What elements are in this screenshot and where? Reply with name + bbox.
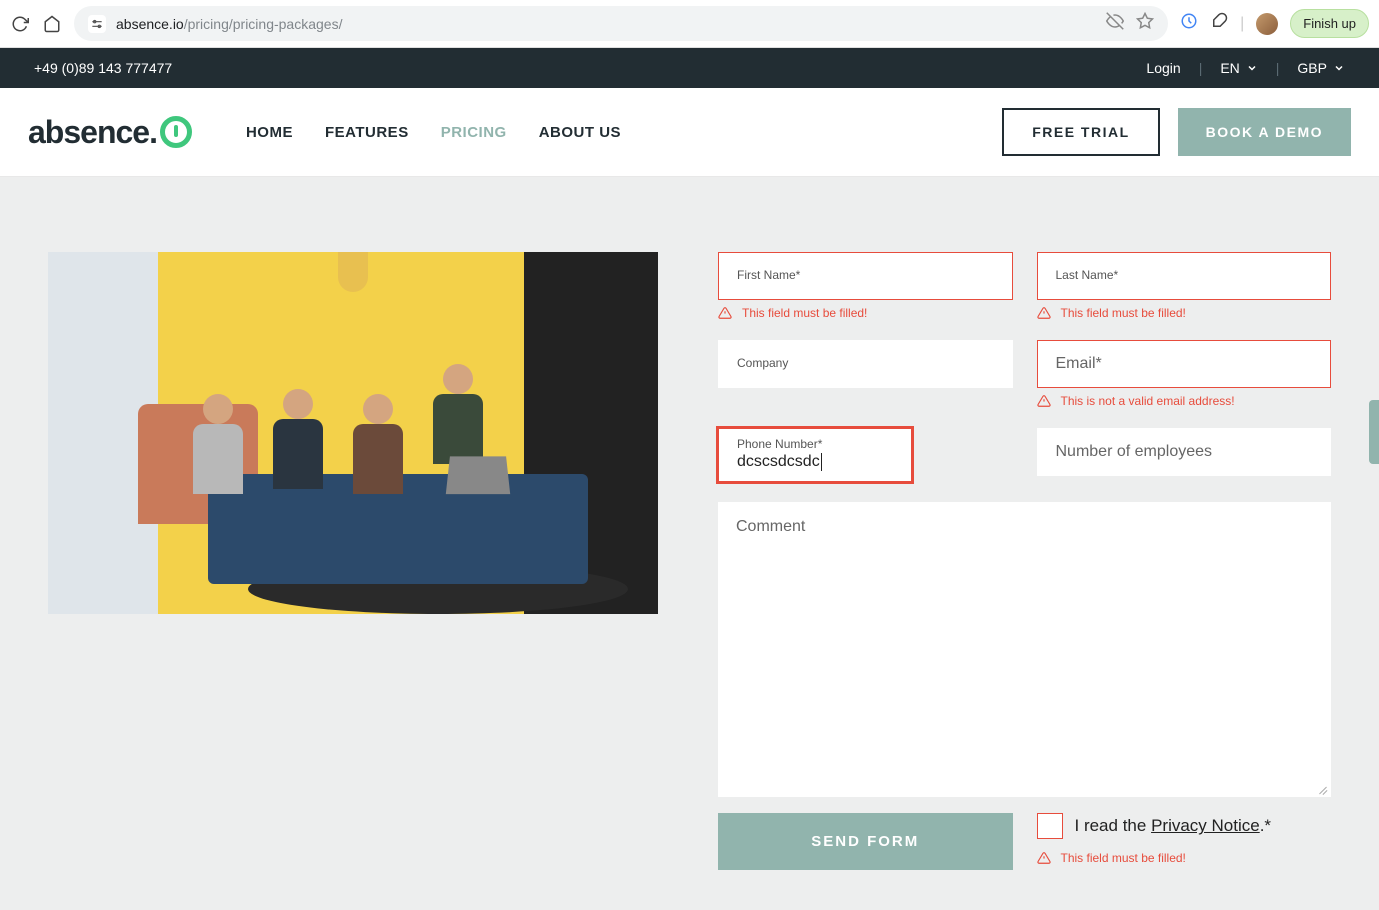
chevron-down-icon xyxy=(1333,62,1345,74)
phone-label: Phone Number* xyxy=(737,437,893,451)
first-name-error: This field must be filled! xyxy=(718,306,1013,320)
star-icon[interactable] xyxy=(1136,12,1154,35)
privacy-error: This field must be filled! xyxy=(1037,851,1332,865)
alert-icon xyxy=(1037,394,1051,408)
employees-field: Number of employees xyxy=(1037,428,1332,482)
language-dropdown[interactable]: EN xyxy=(1220,60,1257,76)
company-input[interactable]: Company xyxy=(718,340,1013,388)
phone-number: +49 (0)89 143 777477 xyxy=(34,60,172,76)
logo[interactable]: absence. xyxy=(28,114,192,151)
alert-icon xyxy=(1037,851,1051,865)
privacy-field: I read the Privacy Notice.* This field m… xyxy=(1037,813,1332,870)
url-text: absence.io/pricing/pricing-packages/ xyxy=(116,16,342,32)
reload-icon[interactable] xyxy=(10,14,30,34)
employees-placeholder: Number of employees xyxy=(1056,443,1313,461)
last-name-label: Last Name* xyxy=(1056,268,1313,282)
hero-image xyxy=(48,252,658,614)
send-form-button[interactable]: SEND FORM xyxy=(718,813,1013,870)
main-nav: absence. HOME FEATURES PRICING ABOUT US … xyxy=(0,88,1379,177)
alert-icon xyxy=(1037,306,1051,320)
company-label: Company xyxy=(737,356,994,370)
employees-input[interactable]: Number of employees xyxy=(1037,428,1332,476)
divider: | xyxy=(1276,60,1280,76)
privacy-label: I read the Privacy Notice.* xyxy=(1075,816,1272,836)
phone-field: Phone Number* dcscsdcsdc xyxy=(718,428,1013,482)
logo-icon xyxy=(160,116,192,148)
finish-setup-button[interactable]: Finish up xyxy=(1290,9,1369,38)
extension-icon-1[interactable] xyxy=(1180,12,1198,35)
divider: | xyxy=(1199,60,1203,76)
first-name-label: First Name* xyxy=(737,268,994,282)
home-icon[interactable] xyxy=(42,14,62,34)
browser-chrome: absence.io/pricing/pricing-packages/ | F… xyxy=(0,0,1379,48)
content: First Name* This field must be filled! L… xyxy=(0,177,1379,910)
login-link[interactable]: Login xyxy=(1146,60,1180,76)
phone-input[interactable]: Phone Number* dcscsdcsdc xyxy=(718,428,912,482)
top-bar: +49 (0)89 143 777477 Login | EN | GBP xyxy=(0,48,1379,88)
resize-handle[interactable] xyxy=(1316,782,1328,794)
site-settings-icon[interactable] xyxy=(88,15,106,33)
side-tab[interactable] xyxy=(1369,400,1379,464)
phone-value: dcscsdcsdc xyxy=(737,453,893,471)
last-name-error: This field must be filled! xyxy=(1037,306,1332,320)
currency-dropdown[interactable]: GBP xyxy=(1297,60,1345,76)
eye-off-icon[interactable] xyxy=(1106,12,1124,35)
profile-avatar[interactable] xyxy=(1256,13,1278,35)
email-input[interactable]: Email* xyxy=(1037,340,1332,388)
extensions-icon[interactable] xyxy=(1210,12,1228,35)
comment-field: Comment xyxy=(718,502,1331,797)
nav-home[interactable]: HOME xyxy=(246,124,293,141)
first-name-field: First Name* This field must be filled! xyxy=(718,252,1013,320)
separator: | xyxy=(1240,15,1244,33)
email-error: This is not a valid email address! xyxy=(1037,394,1332,408)
privacy-checkbox[interactable] xyxy=(1037,813,1063,839)
first-name-input[interactable]: First Name* xyxy=(718,252,1013,300)
nav-features[interactable]: FEATURES xyxy=(325,124,409,141)
alert-icon xyxy=(718,306,732,320)
email-field: Email* This is not a valid email address… xyxy=(1037,340,1332,408)
contact-form: First Name* This field must be filled! L… xyxy=(718,252,1331,870)
email-label: Email* xyxy=(1056,355,1313,373)
book-demo-button[interactable]: BOOK A DEMO xyxy=(1178,108,1351,156)
last-name-field: Last Name* This field must be filled! xyxy=(1037,252,1332,320)
hero-image-container xyxy=(48,252,658,870)
free-trial-button[interactable]: FREE TRIAL xyxy=(1002,108,1159,156)
nav-pricing[interactable]: PRICING xyxy=(441,124,507,141)
comment-placeholder: Comment xyxy=(736,518,805,535)
address-bar[interactable]: absence.io/pricing/pricing-packages/ xyxy=(74,6,1168,41)
chevron-down-icon xyxy=(1246,62,1258,74)
privacy-link[interactable]: Privacy Notice xyxy=(1151,816,1260,835)
nav-about[interactable]: ABOUT US xyxy=(539,124,621,141)
comment-textarea[interactable]: Comment xyxy=(718,502,1331,797)
company-field: Company xyxy=(718,340,1013,408)
logo-text: absence. xyxy=(28,114,157,151)
last-name-input[interactable]: Last Name* xyxy=(1037,252,1332,300)
